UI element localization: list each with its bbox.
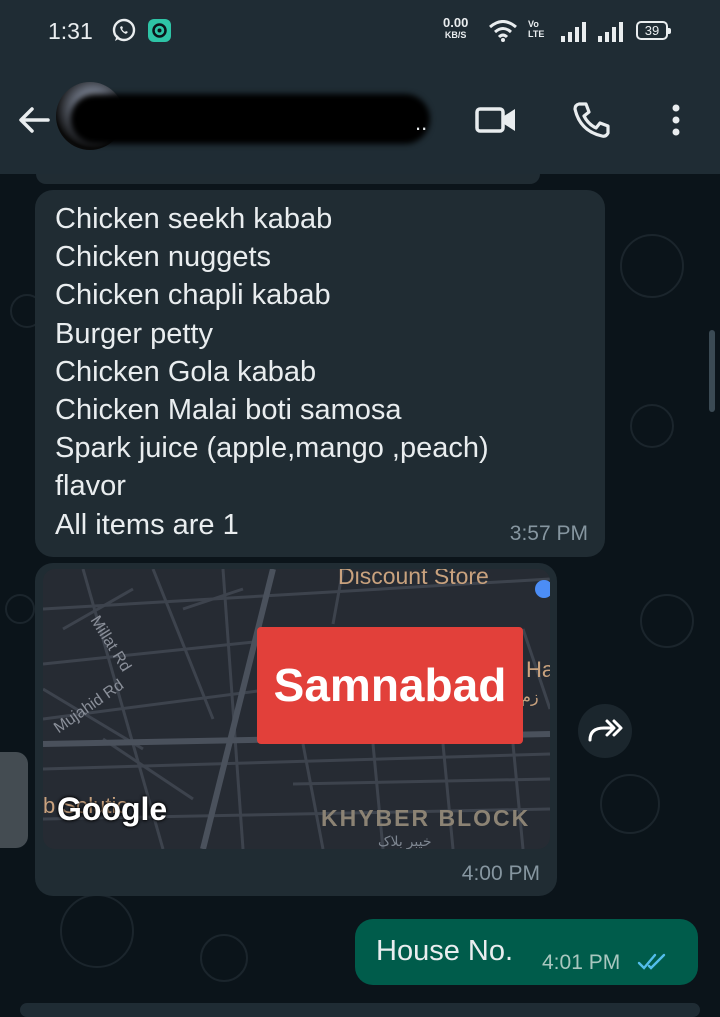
volte-top: Vo <box>528 19 539 29</box>
volte-indicator: Vo LTE <box>528 19 544 39</box>
map-label-block: KHYBER BLOCK <box>321 805 531 831</box>
message-line: Chicken seekh kabab <box>55 203 333 235</box>
message-timestamp: 4:00 PM <box>461 862 540 885</box>
incoming-message-bubble[interactable]: Chicken seekh kabab Chicken nuggets Chic… <box>35 190 605 557</box>
network-speed: 0.00 KB/S <box>443 15 469 41</box>
message-line: Burger petty <box>55 317 213 350</box>
message-line: All items are 1 <box>55 508 239 541</box>
map-label-store: Discount Store <box>338 569 489 589</box>
network-speed-unit: KB/S <box>444 30 467 40</box>
volte-bottom: LTE <box>528 29 545 39</box>
wallpaper-doodle <box>5 594 35 624</box>
partial-left-card[interactable] <box>0 752 28 848</box>
video-call-icon[interactable] <box>474 98 518 142</box>
wallpaper-doodle <box>640 594 694 648</box>
status-bar: 1:31 0.00 KB/S Vo LTE 39 <box>0 0 720 62</box>
back-arrow-icon[interactable] <box>14 100 54 140</box>
wallpaper-doodle <box>60 894 134 968</box>
more-options-icon[interactable] <box>654 98 698 142</box>
app-notification-icon <box>148 19 171 42</box>
map-pin-icon <box>535 580 550 598</box>
signal-icon-sim1 <box>561 22 586 42</box>
message-text: House No. <box>376 935 514 967</box>
wallpaper-doodle <box>200 934 248 982</box>
network-speed-value: 0.00 <box>443 15 469 30</box>
google-logo: Google <box>57 791 168 827</box>
input-bar-edge <box>20 1003 700 1017</box>
voice-call-icon[interactable] <box>570 98 614 142</box>
read-receipt-icon <box>637 953 666 970</box>
message-line: flavor <box>55 470 126 503</box>
wallpaper-doodle <box>630 404 674 448</box>
message-line: Chicken nuggets <box>55 241 272 274</box>
previous-message-edge <box>36 174 540 184</box>
map-label-urdu-bottom: خیبر بلاک <box>378 833 432 849</box>
message-line: Spark juice (apple,mango ,peach) <box>55 432 489 465</box>
wallpaper-doodle <box>620 234 684 298</box>
wifi-icon <box>489 20 517 42</box>
battery-indicator: 39 <box>636 21 671 40</box>
chat-header: .. <box>0 62 720 174</box>
forward-icon <box>588 719 623 742</box>
map-label-urdu: زم <box>521 689 539 706</box>
contact-name-redacted[interactable] <box>70 94 430 144</box>
contact-name-ellipsis: .. <box>415 110 428 135</box>
signal-icon-sim2 <box>598 22 623 42</box>
status-time: 1:31 <box>48 18 93 44</box>
location-highlight-label: Samnabad <box>257 627 523 744</box>
message-line: Chicken Gola kabab <box>55 355 317 388</box>
message-timestamp: 3:57 PM <box>509 522 588 545</box>
map-preview[interactable]: Discount Store Millat Rd Mujahid Rd KHYB… <box>43 569 550 849</box>
outgoing-message-bubble[interactable]: House No. 4:01 PM <box>355 919 698 985</box>
message-line: Chicken Malai boti samosa <box>55 394 402 427</box>
message-line: Chicken chapli kabab <box>55 279 331 312</box>
chat-scrollbar[interactable] <box>709 330 715 412</box>
message-text: Chicken seekh kabab Chicken nuggets Chic… <box>55 200 489 544</box>
whatsapp-notification-icon <box>112 18 136 42</box>
forward-button[interactable] <box>578 704 632 758</box>
location-message-bubble[interactable]: Discount Store Millat Rd Mujahid Rd KHYB… <box>35 563 557 896</box>
message-timestamp: 4:01 PM <box>542 951 621 974</box>
wallpaper-doodle <box>600 774 660 834</box>
